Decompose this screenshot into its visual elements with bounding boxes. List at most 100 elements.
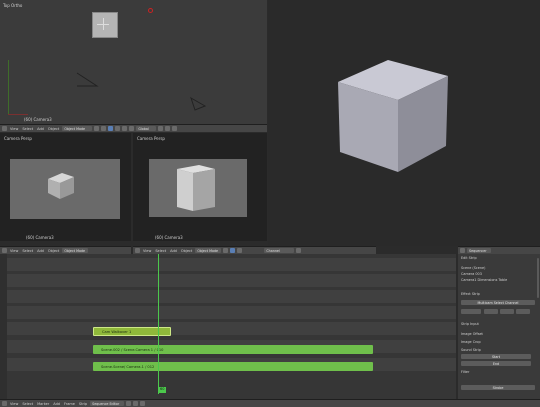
sequencer-editor[interactable]: Cam Walkover 1 Scene.002 / Scene.Camera … xyxy=(0,254,456,399)
menu-add-3[interactable]: Add xyxy=(169,249,178,253)
end-field[interactable]: End xyxy=(461,361,531,366)
mode-dropdown-3[interactable]: Object Mode xyxy=(195,248,222,253)
multicam-channel-field[interactable]: Multicam Select Channel xyxy=(461,300,535,305)
menu-select-2[interactable]: Select xyxy=(21,249,34,253)
camera-2-frustum-icon xyxy=(190,96,207,111)
multicam-strip[interactable]: Cam Walkover 1 xyxy=(93,327,171,336)
menu-add-2[interactable]: Add xyxy=(36,249,45,253)
manipulator-icon-3[interactable] xyxy=(230,248,236,253)
channel-1-button[interactable] xyxy=(484,309,498,314)
prop-image-offset[interactable]: Image Offset xyxy=(461,332,537,336)
rotate-icon[interactable] xyxy=(122,126,128,131)
sequence-editor-dropdown[interactable]: Sequence Editor xyxy=(90,401,125,406)
menu-view-2[interactable]: View xyxy=(9,249,19,253)
cube-render xyxy=(338,60,448,172)
scene-strip-1[interactable]: Scene.002 / Scene.Camera 1 / 010 xyxy=(93,345,373,354)
camera-right-title: Camera Persp xyxy=(137,136,165,141)
top-viewport-header: View Select Add Object Object Mode Globa… xyxy=(0,124,267,132)
channel-3-button[interactable] xyxy=(516,309,530,314)
3d-cursor-icon[interactable] xyxy=(148,8,153,13)
viewport-title: Top Ortho xyxy=(3,3,23,8)
y-axis-line xyxy=(8,60,9,115)
menu-frame-seq[interactable]: Frame xyxy=(63,402,76,406)
manipulator-icon[interactable] xyxy=(108,126,114,131)
prop-dimensions: Camera1 Dimensions Table xyxy=(461,278,508,282)
top-ortho-viewport[interactable]: Top Ortho (60) Camera3 xyxy=(0,0,267,124)
channel-2-button[interactable] xyxy=(500,309,514,314)
prop-strip-input-heading: Strip Input xyxy=(461,322,479,326)
menu-select-seq[interactable]: Select xyxy=(21,402,34,406)
camera-left-header: View Select Add Object Object Mode xyxy=(0,246,131,254)
camera-object[interactable] xyxy=(92,12,118,38)
menu-strip-seq[interactable]: Strip xyxy=(78,402,88,406)
menu-add-seq[interactable]: Add xyxy=(52,402,61,406)
menu-object[interactable]: Object xyxy=(47,127,60,131)
channel-row xyxy=(0,322,456,335)
menu-add[interactable]: Add xyxy=(36,127,45,131)
cut-to-field[interactable] xyxy=(461,309,481,314)
playhead-line[interactable] xyxy=(158,254,159,394)
editor-type-icon[interactable] xyxy=(2,401,7,406)
camera-left-frame xyxy=(10,159,120,219)
prop-filter-heading: Filter xyxy=(461,370,470,374)
layers-icon[interactable] xyxy=(158,126,164,131)
view-type-icon[interactable] xyxy=(2,126,7,131)
camera-left-viewport[interactable]: Camera Persp (60) Camera3 xyxy=(0,133,131,241)
channel-row xyxy=(0,290,456,303)
scene-icon[interactable] xyxy=(296,248,302,253)
strobe-field[interactable]: Strobe xyxy=(461,385,535,390)
properties-header: Sequencer xyxy=(458,246,540,254)
camera-right-viewport[interactable]: Camera Persp (60) Camera3 xyxy=(133,133,267,241)
layers-icon-3[interactable] xyxy=(237,248,243,253)
camera-right-object-label: (60) Camera3 xyxy=(155,235,183,240)
start-field[interactable]: Start xyxy=(461,354,531,359)
prop-image-crop[interactable]: Image Crop xyxy=(461,340,537,344)
view-type-icon-3[interactable] xyxy=(135,248,140,253)
view-type-icon-2[interactable] xyxy=(2,248,7,253)
x-axis-line xyxy=(8,114,28,115)
channel-row xyxy=(0,258,456,271)
shading-icon-3[interactable] xyxy=(223,248,229,253)
snap-icon[interactable] xyxy=(165,126,171,131)
record-icon[interactable] xyxy=(133,401,139,406)
channel-row xyxy=(0,274,456,287)
camera-render-viewport[interactable] xyxy=(268,0,540,246)
prop-edit-strip: Edit Strip xyxy=(461,256,477,260)
sequencer-header: View Select Marker Add Frame Strip Seque… xyxy=(0,399,540,407)
menu-object-3[interactable]: Object xyxy=(180,249,193,253)
pivot-icon[interactable] xyxy=(101,126,107,131)
menu-object-2[interactable]: Object xyxy=(47,249,60,253)
shading-icon[interactable] xyxy=(94,126,100,131)
camera-right-header: View Select Add Object Object Mode Chann… xyxy=(133,246,376,254)
playback-icon[interactable] xyxy=(126,401,132,406)
menu-select[interactable]: Select xyxy=(21,127,34,131)
properties-panel: Edit Strip Scene (Scene) Camera 003 Came… xyxy=(458,254,540,399)
channel-numbers-strip xyxy=(0,254,7,399)
properties-tab[interactable]: Sequencer xyxy=(467,248,491,253)
prop-sound-strip: Sound Strip xyxy=(461,348,481,352)
frame-badge: 60 xyxy=(158,387,167,393)
menu-view-3[interactable]: View xyxy=(142,249,152,253)
render-icon[interactable] xyxy=(172,126,178,131)
properties-icon[interactable] xyxy=(460,248,465,253)
mode-dropdown[interactable]: Object Mode xyxy=(62,126,93,131)
channel-dropdown[interactable]: Channel xyxy=(264,248,295,253)
scrollbar[interactable] xyxy=(537,258,539,298)
transform-orientation[interactable]: Global xyxy=(136,126,157,131)
menu-select-3[interactable]: Select xyxy=(154,249,167,253)
cube-small xyxy=(48,173,74,199)
scale-icon[interactable] xyxy=(129,126,135,131)
prop-scene: Scene (Scene) xyxy=(461,266,486,270)
menu-marker-seq[interactable]: Marker xyxy=(36,402,50,406)
menu-view-seq[interactable]: View xyxy=(9,402,19,406)
translate-icon[interactable] xyxy=(115,126,121,131)
scene-strip-2[interactable]: Scene.Scene/ Camera.1 / 012 xyxy=(93,362,373,371)
prop-effect-strip-heading: Effect Strip xyxy=(461,292,480,296)
camera-right-frame xyxy=(149,159,247,217)
snap-seq-icon[interactable] xyxy=(140,401,146,406)
camera-frustum-icon xyxy=(76,72,99,87)
cube-medium xyxy=(177,165,215,211)
menu-view[interactable]: View xyxy=(9,127,19,131)
viewport-object-label: (60) Camera3 xyxy=(24,117,52,122)
mode-dropdown-2[interactable]: Object Mode xyxy=(62,248,89,253)
